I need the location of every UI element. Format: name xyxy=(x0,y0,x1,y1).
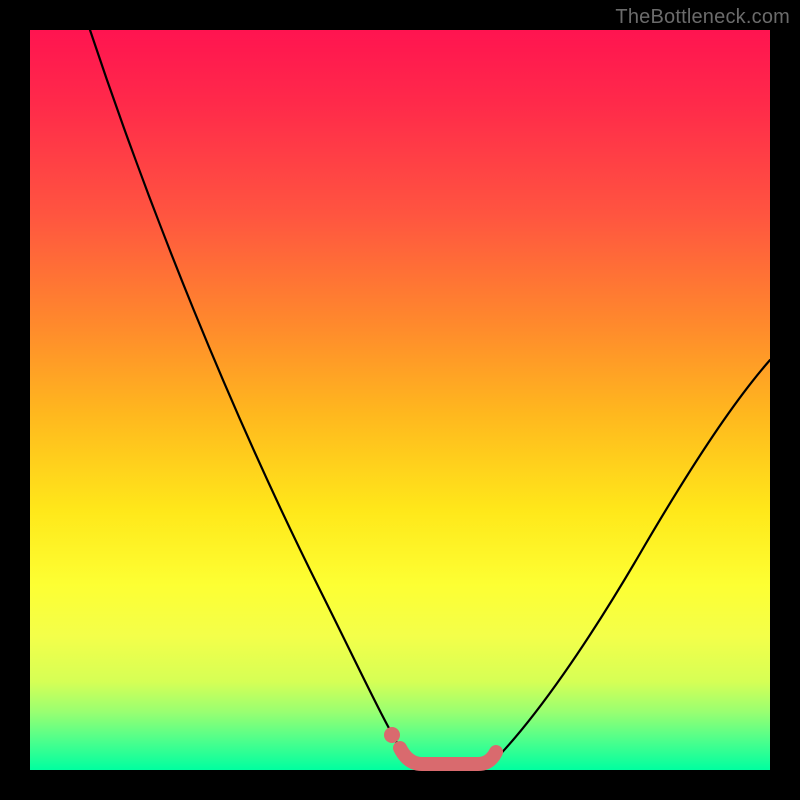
plot-area xyxy=(30,30,770,770)
chart-frame: TheBottleneck.com xyxy=(0,0,800,800)
bottom-highlight-stroke xyxy=(400,748,496,764)
left-branch-curve xyxy=(90,30,410,765)
watermark-text: TheBottleneck.com xyxy=(615,6,790,29)
bottom-highlight-dot xyxy=(384,727,400,743)
right-branch-curve xyxy=(490,360,770,765)
curve-layer xyxy=(30,30,770,770)
